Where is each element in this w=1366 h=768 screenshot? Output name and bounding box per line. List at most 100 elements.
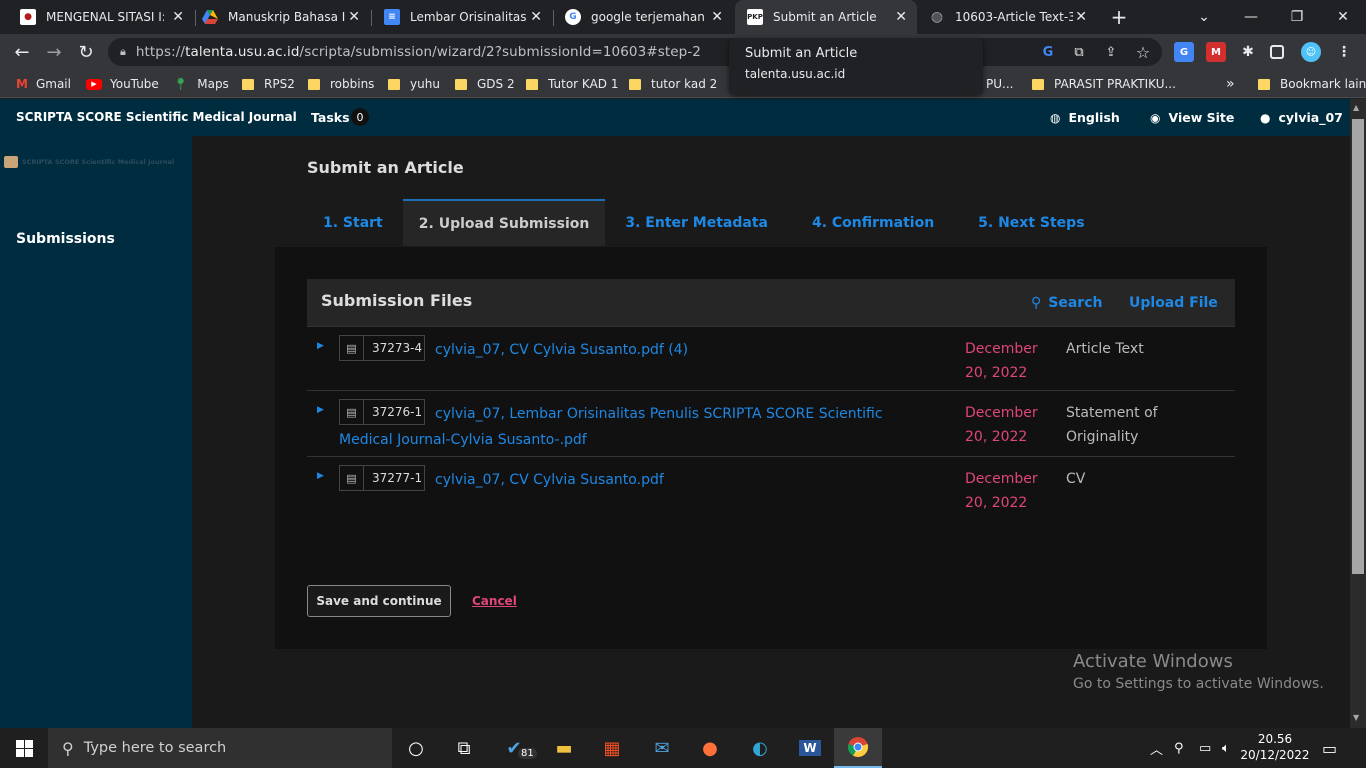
expand-row-icon[interactable]: ▶ [317,471,324,481]
tab-confirmation[interactable]: 4. Confirmation [796,199,950,246]
tab-next-steps[interactable]: 5. Next Steps [962,199,1100,246]
tab-article-text[interactable]: ◍ 10603-Article Text-372 ✕ [917,0,1097,34]
word-icon[interactable]: W [786,728,834,768]
scroll-up-icon[interactable]: ▲ [1353,103,1359,112]
tab-google-terjemahan[interactable]: G google terjemahan - P ✕ [553,0,733,34]
todo-app-icon[interactable]: ✔ 81 [490,728,538,768]
address-bar[interactable]: 🔒︎ https://talenta.usu.ac.id/scripta/sub… [108,38,1162,66]
cortana-icon[interactable]: ○ [392,728,440,768]
taskbar-search-input[interactable]: ⚲ Type here to search [48,728,392,768]
page-scrollbar[interactable]: ▲ ▼ [1350,99,1366,728]
translate-icon[interactable]: ⧉ [1069,42,1089,62]
google-lens-icon[interactable]: G [1038,42,1058,62]
tab-start[interactable]: 1. Start [307,199,399,246]
url-text: https://talenta.usu.ac.id/scripta/submis… [135,44,701,60]
wizard-steps: 1. Start 2. Upload Submission 3. Enter M… [307,199,1105,246]
search-button[interactable]: ⚲ Search [1031,295,1102,311]
microsoft-store-icon[interactable]: ▦ [588,728,636,768]
file-name-link[interactable]: cylvia_07, CV Cylvia Susanto.pdf [339,467,929,493]
google-translate-ext-icon[interactable]: G [1174,42,1194,62]
volume-icon[interactable]: 🔈︎ [1222,728,1230,768]
bookmark-gmail[interactable]: M Gmail [16,75,71,93]
bookmark-pu[interactable]: PU... [986,75,1013,93]
cancel-link[interactable]: Cancel [472,594,517,608]
task-view-icon[interactable]: ⧉ [440,728,488,768]
network-icon[interactable]: ⚲ [1174,728,1184,768]
show-hidden-icons[interactable]: ︿ [1150,728,1163,768]
scroll-down-icon[interactable]: ▼ [1353,713,1359,722]
new-tab-button[interactable]: + [1096,0,1142,34]
windows-start-icon[interactable] [0,728,48,768]
battery-icon[interactable]: ▭ [1199,728,1211,768]
bookmark-robbins[interactable]: robbins [308,75,374,93]
bookmark-rps2[interactable]: RPS2 [242,75,295,93]
tab-manuskrip[interactable]: Manuskrip Bahasa Ind ✕ [190,0,370,34]
file-explorer-icon[interactable]: ▬ [540,728,588,768]
close-tab-icon[interactable]: ✕ [348,9,360,25]
activate-windows-watermark: Activate Windows Go to Settings to activ… [1073,651,1324,692]
bookmark-parasit-praktikum[interactable]: PARASIT PRAKTIKU... [1032,75,1176,93]
minimize-button[interactable]: — [1228,0,1274,34]
tab-search-chevron-icon[interactable]: ⌄ [1181,0,1227,34]
language-menu[interactable]: ◍ English [1050,110,1120,125]
search-icon: ⚲ [1031,295,1042,311]
eye-icon: ◉ [1150,110,1161,125]
share-icon[interactable]: ⇪ [1101,42,1121,62]
lock-icon: 🔒︎ [120,45,126,58]
view-site-link[interactable]: ◉ View Site [1150,110,1234,125]
restore-button[interactable]: ❐ [1274,0,1320,34]
bookmark-youtube[interactable]: ▶ YouTube [86,75,159,93]
bookmark-tutor-kad-1[interactable]: Tutor KAD 1 [526,75,618,93]
scholar-icon: ● [20,9,36,25]
firefox-icon[interactable]: ● [686,728,734,768]
mendeley-ext-icon[interactable]: M [1206,42,1226,62]
tab-enter-metadata[interactable]: 3. Enter Metadata [609,199,784,246]
side-panel-icon[interactable] [1270,45,1284,59]
menu-icon[interactable]: ⋮ [1334,42,1354,62]
mail-icon[interactable]: ✉ [638,728,686,768]
app-header: SCRIPTA SCORE Scientific Medical Journal… [0,99,1350,136]
file-date: December 20, 2022 [965,341,1038,381]
extensions-icon[interactable]: ✱ [1238,42,1258,62]
close-tab-icon[interactable]: ✕ [895,9,907,25]
expand-row-icon[interactable]: ▶ [317,405,324,415]
globe-icon: ◍ [1050,110,1061,125]
tasks-link[interactable]: Tasks [311,110,350,125]
forward-icon[interactable]: → [39,37,69,67]
journal-logo[interactable]: SCRIPTA SCORE Scientific Medical Journal [4,154,190,170]
file-name-link[interactable]: cylvia_07, Lembar Orisinalitas Penulis S… [339,401,929,453]
bookmark-gds2[interactable]: GDS 2 [455,75,515,93]
taskbar-clock[interactable]: 20.56 20/12/2022 [1240,731,1310,763]
user-menu[interactable]: ● cylvia_07 [1260,110,1343,125]
bookmark-other[interactable]: Bookmark lain [1258,75,1366,93]
close-tab-icon[interactable]: ✕ [711,9,723,25]
tab-upload-submission[interactable]: 2. Upload Submission [402,199,606,246]
close-window-button[interactable]: ✕ [1320,0,1366,34]
back-icon[interactable]: ← [7,37,37,67]
reload-icon[interactable]: ↻ [71,37,101,67]
expand-row-icon[interactable]: ▶ [317,341,324,351]
tab-mengenal-sitasi[interactable]: ● MENGENAL SITASI I: V ✕ [8,0,194,34]
save-and-continue-button[interactable]: Save and continue [307,585,451,617]
bookmark-star-icon[interactable]: ☆ [1133,42,1153,62]
folder-icon [308,78,320,90]
bookmark-yuhu[interactable]: yuhu [388,75,440,93]
profile-avatar[interactable]: ☺ [1301,42,1321,62]
close-tab-icon[interactable]: ✕ [530,9,542,25]
bookmark-tutor-kad-2[interactable]: tutor kad 2 [629,75,717,93]
chrome-icon[interactable] [834,728,882,768]
tab-lembar-orisinalitas[interactable]: ≡ Lembar Orisinalitas Pe ✕ [372,0,552,34]
close-tab-icon[interactable]: ✕ [1075,9,1087,25]
file-name-link[interactable]: cylvia_07, CV Cylvia Susanto.pdf (4) [339,337,929,363]
journal-brand-link[interactable]: SCRIPTA SCORE Scientific Medical Journal [16,110,297,124]
sidebar-item-submissions[interactable]: Submissions [16,231,115,247]
edge-icon[interactable]: ◐ [736,728,784,768]
bookmark-maps[interactable]: 📍︎ Maps [173,75,229,93]
upload-file-button[interactable]: Upload File [1129,295,1218,311]
bookmarks-overflow-button[interactable]: » [1226,75,1235,93]
scrollbar-thumb[interactable] [1352,119,1364,574]
close-tab-icon[interactable]: ✕ [172,9,184,25]
notification-center-icon[interactable]: ▭ [1322,728,1337,768]
submission-files-grid: Submission Files ⚲ Search Upload File ▶ ▤… [307,279,1235,523]
tab-submit-article[interactable]: PKP Submit an Article ✕ [735,0,917,34]
